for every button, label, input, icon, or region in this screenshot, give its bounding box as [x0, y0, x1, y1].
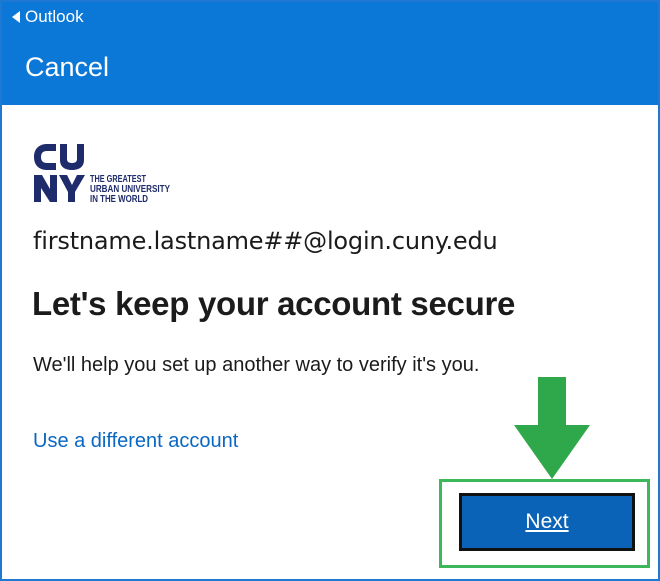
page-title: Let's keep your account secure — [32, 285, 516, 322]
page-description: We'll help you set up another way to ver… — [33, 354, 480, 376]
green-arrow-down-icon — [514, 377, 590, 479]
back-to-outlook-link[interactable]: Outlook — [12, 7, 84, 27]
header-bar: Outlook Cancel — [2, 2, 658, 105]
logo-letter-u — [60, 144, 84, 170]
back-caret-icon — [12, 11, 20, 23]
cuny-logo: THE GREATEST URBAN UNIVERSITY IN THE WOR… — [34, 144, 170, 204]
logo-letter-c — [34, 144, 56, 170]
next-button[interactable]: Next — [459, 493, 635, 551]
back-label: Outlook — [25, 7, 84, 26]
use-different-account-link[interactable]: Use a different account — [33, 430, 238, 453]
logo-letter-y — [59, 175, 85, 202]
login-window: Outlook Cancel THE GREATEST URBAN UNIVER… — [0, 0, 660, 581]
logo-tagline-3: IN THE WORLD — [90, 193, 148, 204]
cancel-button[interactable]: Cancel — [25, 52, 109, 83]
account-email: firstname.lastname##@login.cuny.edu — [33, 227, 498, 255]
logo-letter-n — [34, 175, 57, 202]
